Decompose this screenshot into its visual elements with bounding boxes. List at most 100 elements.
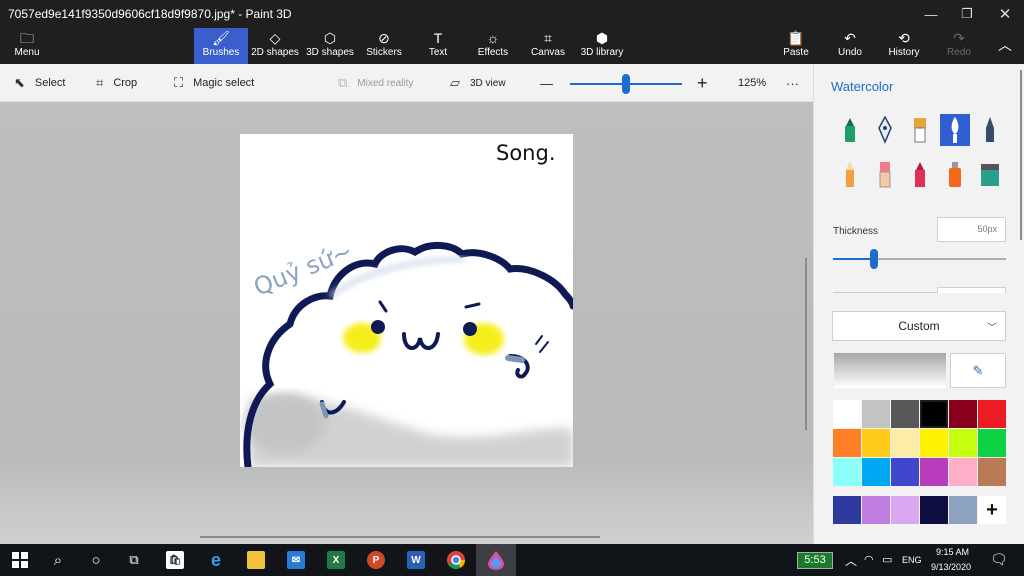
language-indicator[interactable]: ENG	[902, 555, 922, 565]
taskbar-mail[interactable]: ✉	[276, 544, 316, 576]
crop-button[interactable]: ⌗ Crop	[96, 64, 137, 102]
color-swatch[interactable]	[920, 458, 948, 486]
taskbar-chrome[interactable]	[436, 544, 476, 576]
taskbar-excel[interactable]: X	[316, 544, 356, 576]
tab-3d-shapes[interactable]: ⬡ 3D shapes	[304, 28, 356, 64]
horizontal-scrollbar[interactable]	[200, 536, 600, 538]
zoom-slider-thumb[interactable]	[622, 74, 630, 94]
zoom-level: 125%	[738, 64, 766, 102]
history-button[interactable]: ⟲ History	[884, 28, 924, 64]
notifications-icon[interactable]: 🗨	[990, 551, 1008, 568]
crayon-button[interactable]	[905, 158, 935, 190]
wifi-icon[interactable]: ◠	[864, 553, 874, 566]
clock-time[interactable]: 9:15 AM	[936, 547, 969, 557]
tab-label: Effects	[477, 47, 509, 58]
taskbar-store[interactable]: 🛍	[155, 544, 195, 576]
panel-scrollbar[interactable]	[1020, 70, 1022, 240]
eraser-button[interactable]	[870, 158, 900, 190]
timer-widget[interactable]: 5:53	[797, 552, 833, 569]
color-swatch[interactable]	[833, 429, 861, 457]
opacity-input[interactable]	[937, 287, 1006, 293]
tab-3d-library[interactable]: ⬢ 3D library	[578, 28, 626, 64]
custom-color-swatch[interactable]	[920, 496, 948, 524]
color-swatch[interactable]	[833, 400, 861, 428]
close-button[interactable]: ✕	[986, 0, 1024, 28]
toolbar: ⬉ Select ⌗ Crop ⛶ Magic select ⧉ Mixed r…	[0, 64, 813, 102]
marker-brush-button[interactable]	[835, 114, 865, 146]
zoom-in-button[interactable]: +	[697, 64, 708, 102]
restore-button[interactable]: ❐	[948, 0, 986, 28]
chevron-up-icon[interactable]: ︿	[845, 552, 857, 569]
start-button[interactable]	[0, 544, 40, 576]
folder-icon	[247, 551, 265, 569]
redo-button[interactable]: ↷ Redo	[944, 28, 974, 64]
select-label: Select	[34, 77, 66, 89]
tab-brushes[interactable]: 🖌 Brushes	[194, 28, 248, 64]
tab-effects[interactable]: ☼ Effects	[472, 28, 514, 64]
color-swatch[interactable]	[891, 429, 919, 457]
color-swatch[interactable]	[833, 458, 861, 486]
add-color-button[interactable]: +	[978, 496, 1006, 524]
collapse-ribbon-button[interactable]: ︿	[990, 28, 1020, 64]
color-swatch[interactable]	[891, 400, 919, 428]
color-swatch[interactable]	[978, 400, 1006, 428]
more-options-button[interactable]: ···	[786, 64, 799, 102]
thickness-input[interactable]: 50px	[937, 217, 1006, 242]
select-button[interactable]: ⬉ Select	[14, 64, 65, 102]
watercolor-brush-button[interactable]	[940, 114, 970, 146]
color-swatch[interactable]	[920, 400, 948, 428]
tab-canvas[interactable]: ⌗ Canvas	[528, 28, 568, 64]
drawing-canvas[interactable]: Song. Quỷ sứ~	[240, 134, 573, 467]
taskbar-powerpoint[interactable]: P	[356, 544, 396, 576]
custom-color-swatch[interactable]	[891, 496, 919, 524]
taskbar-file-explorer[interactable]	[236, 544, 276, 576]
thickness-slider-thumb[interactable]	[870, 249, 878, 269]
taskbar-paint3d[interactable]	[476, 544, 516, 576]
color-swatch[interactable]	[920, 429, 948, 457]
tab-2d-shapes[interactable]: ◇ 2D shapes	[250, 28, 300, 64]
canvas-icon: ⌗	[544, 30, 552, 46]
color-swatch[interactable]	[978, 458, 1006, 486]
paste-button[interactable]: 📋 Paste	[778, 28, 814, 64]
undo-button[interactable]: ↶ Undo	[834, 28, 866, 64]
cortana-button[interactable]: ○	[76, 544, 116, 576]
color-swatch[interactable]	[862, 429, 890, 457]
color-swatch[interactable]	[949, 400, 977, 428]
magic-select-button[interactable]: ⛶ Magic select	[174, 64, 254, 102]
custom-color-swatch[interactable]	[862, 496, 890, 524]
color-swatch[interactable]	[949, 429, 977, 457]
color-swatch[interactable]	[978, 429, 1006, 457]
custom-color-swatch[interactable]	[949, 496, 977, 524]
oil-brush-button[interactable]	[905, 114, 935, 146]
color-swatch[interactable]	[949, 458, 977, 486]
vertical-scrollbar[interactable]	[805, 258, 807, 430]
color-swatch[interactable]	[891, 458, 919, 486]
tab-text[interactable]: T Text	[420, 28, 456, 64]
color-mode-dropdown[interactable]: Custom ﹀	[832, 311, 1006, 341]
text-icon: T	[433, 30, 443, 46]
mixed-reality-button[interactable]: ⧉ Mixed reality	[338, 64, 413, 102]
chevron-up-icon: ︿	[998, 37, 1012, 53]
task-view-button[interactable]: ⧉	[114, 544, 154, 576]
custom-color-swatch[interactable]	[833, 496, 861, 524]
color-swatch[interactable]	[862, 458, 890, 486]
taskbar-edge[interactable]: e	[196, 544, 236, 576]
3d-view-button[interactable]: ▱ 3D view	[450, 64, 506, 102]
eyedropper-button[interactable]: ✎	[950, 353, 1006, 388]
menu-button[interactable]: 🗀 Menu	[0, 28, 54, 64]
color-swatch[interactable]	[862, 400, 890, 428]
fill-button[interactable]	[975, 158, 1005, 190]
taskbar-word[interactable]: W	[396, 544, 436, 576]
calligraphy-pen-button[interactable]	[870, 114, 900, 146]
clock-date[interactable]: 9/13/2020	[931, 562, 971, 572]
spray-can-button[interactable]	[940, 158, 970, 190]
tab-label: Brushes	[202, 47, 240, 58]
tab-stickers[interactable]: ⊘ Stickers	[362, 28, 406, 64]
pencil-button[interactable]	[835, 158, 865, 190]
search-icon: ⌕	[53, 551, 63, 569]
battery-icon[interactable]: ▭	[882, 553, 892, 566]
zoom-out-button[interactable]: —	[540, 64, 553, 102]
pixel-pen-button[interactable]	[975, 114, 1005, 146]
minimize-button[interactable]: —	[912, 0, 950, 28]
search-button[interactable]: ⌕	[38, 544, 78, 576]
